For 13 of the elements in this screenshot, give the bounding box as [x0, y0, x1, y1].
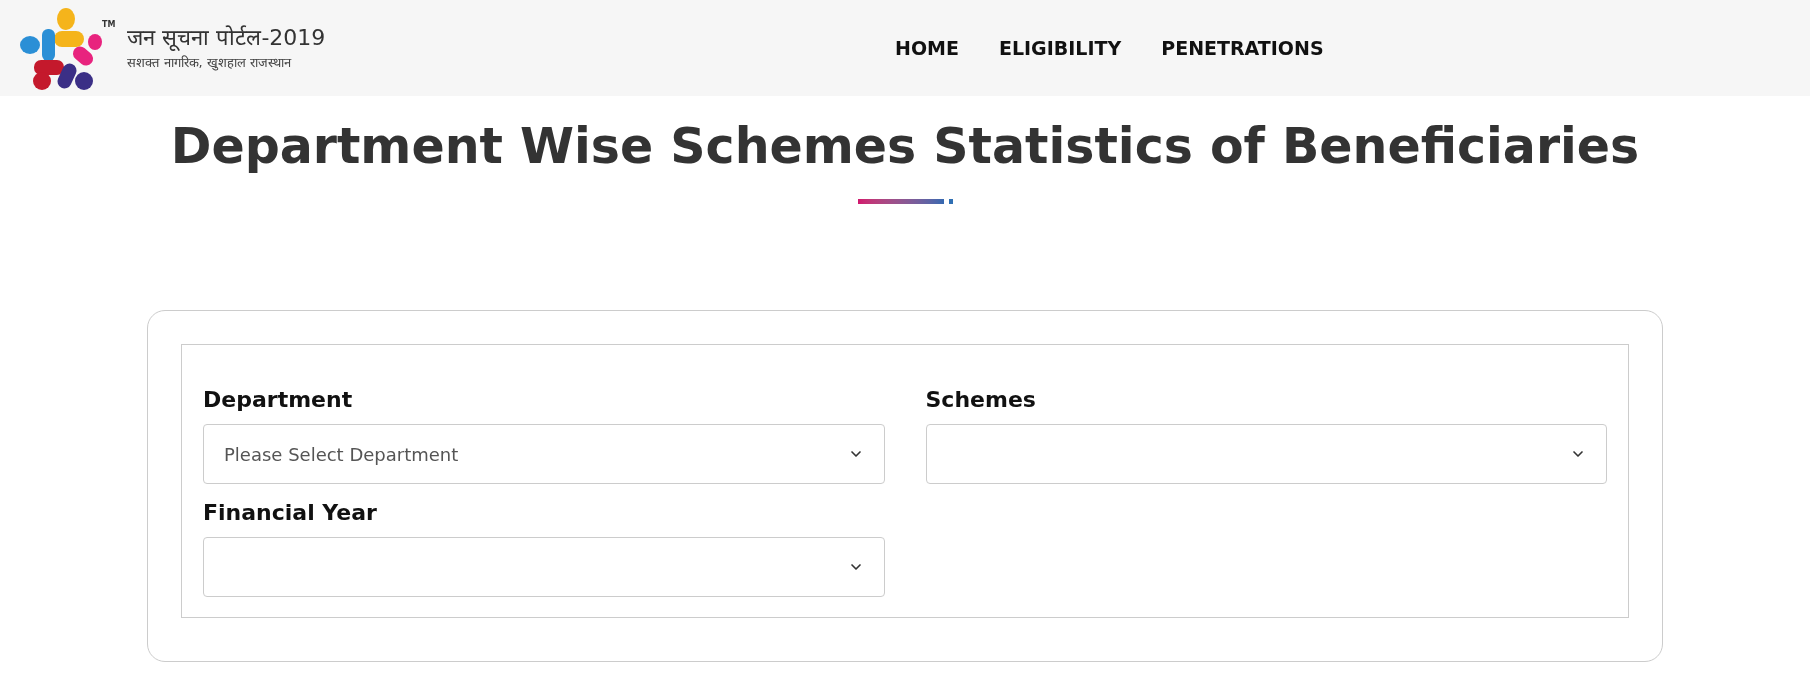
- trademark-mark: TM: [102, 19, 116, 31]
- field-label: Financial Year: [203, 499, 378, 528]
- portal-title: जन सूचना पोर्टल-2019: [127, 23, 326, 51]
- nav-link[interactable]: ELIGIBILITY: [998, 33, 1122, 63]
- select-field[interactable]: Please Select Department: [203, 424, 885, 485]
- select-field[interactable]: [203, 537, 885, 598]
- field-label: Department: [203, 386, 354, 415]
- nav-link[interactable]: PENETRATIONS: [1161, 33, 1324, 63]
- portal-tagline: सशक्त नागरिक, खुशहाल राजस्थान: [127, 54, 293, 73]
- select-field[interactable]: [925, 424, 1607, 485]
- field-label: Schemes: [925, 386, 1037, 415]
- nav-link[interactable]: HOME: [895, 33, 959, 63]
- page-title: Department Wise Schemes Statistics of Beneficiaries: [170, 117, 1640, 177]
